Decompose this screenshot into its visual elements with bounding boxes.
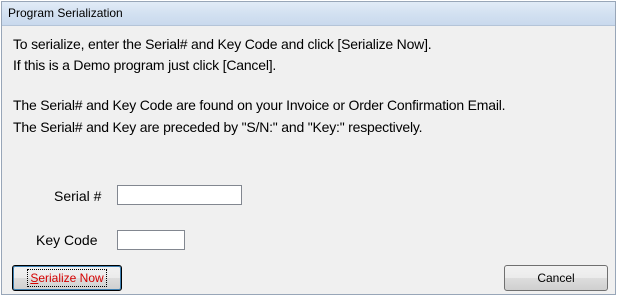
key-code-input[interactable]	[117, 230, 185, 250]
instruction-line-3: The Serial# and Key Code are found on yo…	[13, 97, 506, 113]
serialize-now-label: erialize Now	[38, 271, 104, 285]
instruction-line-2: If this is a Demo program just click [Ca…	[13, 57, 277, 73]
serialization-dialog: Program Serialization To serialize, ente…	[1, 1, 616, 295]
serial-label: Serial #	[54, 188, 102, 204]
focus-ring: Serialize Now	[27, 269, 107, 287]
serial-input[interactable]	[117, 185, 242, 205]
key-code-label: Key Code	[36, 232, 98, 248]
cancel-button[interactable]: Cancel	[504, 265, 608, 291]
serialize-now-button[interactable]: Serialize Now	[12, 265, 122, 291]
title-bar: Program Serialization	[2, 2, 615, 26]
cancel-label: Cancel	[537, 271, 575, 285]
window-title: Program Serialization	[8, 6, 123, 20]
instruction-line-1: To serialize, enter the Serial# and Key …	[13, 36, 432, 52]
instruction-line-4: The Serial# and Key are preceded by "S/N…	[13, 119, 423, 135]
